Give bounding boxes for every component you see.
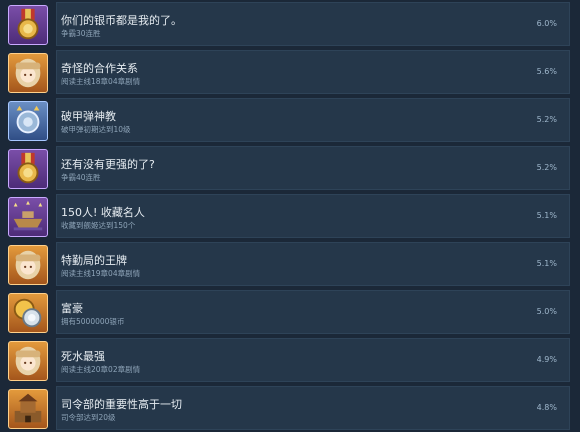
achievement-description: 争霸40连胜 — [61, 173, 101, 182]
achievement-bar: 破甲弹神教 破甲弹初期达到10级 5.2% — [56, 98, 570, 142]
headquarters-icon — [8, 389, 48, 429]
coins-icon — [8, 293, 48, 333]
character-portrait-icon — [8, 341, 48, 381]
achievement-percent: 5.6% — [536, 67, 557, 76]
achievement-row[interactable]: 你们的银币都是我的了。 争霸30连胜 6.0% — [0, 0, 580, 48]
achievement-description: 司令部达到20级 — [61, 413, 116, 422]
character-portrait-icon — [8, 245, 48, 285]
achievement-bar: 司令部的重要性高于一切 司令部达到20级 4.8% — [56, 386, 570, 430]
achievement-row[interactable]: 司令部的重要性高于一切 司令部达到20级 4.8% — [0, 384, 580, 432]
achievement-list: 你们的银币都是我的了。 争霸30连胜 6.0% 奇怪的合作关系 阅读主线18章0… — [0, 0, 580, 430]
achievement-percent: 4.9% — [536, 355, 557, 364]
achievement-description: 破甲弹初期达到10级 — [61, 125, 131, 134]
achievement-bar: 富豪 拥有5000000银币 5.0% — [56, 290, 570, 334]
achievement-description: 阅读主线19章04章剧情 — [61, 269, 141, 278]
achievement-bar: 特勤局的王牌 阅读主线19章04章剧情 5.1% — [56, 242, 570, 286]
achievement-bar: 还有没有更强的了? 争霸40连胜 5.2% — [56, 146, 570, 190]
achievement-description: 拥有5000000银币 — [61, 317, 125, 326]
achievement-title: 司令部的重要性高于一切 — [61, 398, 182, 411]
achievement-title: 奇怪的合作关系 — [61, 62, 138, 75]
achievement-bar: 你们的银币都是我的了。 争霸30连胜 6.0% — [56, 2, 570, 46]
achievement-percent: 5.2% — [536, 163, 557, 172]
achievement-row[interactable]: 特勤局的王牌 阅读主线19章04章剧情 5.1% — [0, 240, 580, 288]
achievement-title: 特勤局的王牌 — [61, 254, 127, 267]
achievement-description: 阅读主线18章04章剧情 — [61, 77, 141, 86]
achievement-row[interactable]: 150人! 收藏名人 收藏到舰姬达到150个 5.1% — [0, 192, 580, 240]
achievement-percent: 5.2% — [536, 115, 557, 124]
ship-icon — [8, 197, 48, 237]
achievement-percent: 5.0% — [536, 307, 557, 316]
medal-icon — [8, 5, 48, 45]
achievement-bar: 奇怪的合作关系 阅读主线18章04章剧情 5.6% — [56, 50, 570, 94]
achievement-row[interactable]: 还有没有更强的了? 争霸40连胜 5.2% — [0, 144, 580, 192]
shell-icon — [8, 101, 48, 141]
achievement-percent: 5.1% — [536, 211, 557, 220]
achievement-description: 阅读主线20章02章剧情 — [61, 365, 141, 374]
achievement-percent: 5.1% — [536, 259, 557, 268]
achievement-row[interactable]: 富豪 拥有5000000银币 5.0% — [0, 288, 580, 336]
achievement-percent: 4.8% — [536, 403, 557, 412]
achievement-row[interactable]: 死水最强 阅读主线20章02章剧情 4.9% — [0, 336, 580, 384]
achievement-title: 富豪 — [61, 302, 83, 315]
achievement-title: 死水最强 — [61, 350, 105, 363]
achievement-title: 还有没有更强的了? — [61, 158, 155, 171]
achievement-title: 150人! 收藏名人 — [61, 206, 145, 219]
achievement-bar: 死水最强 阅读主线20章02章剧情 4.9% — [56, 338, 570, 382]
medal-icon — [8, 149, 48, 189]
character-portrait-icon — [8, 53, 48, 93]
achievement-bar: 150人! 收藏名人 收藏到舰姬达到150个 5.1% — [56, 194, 570, 238]
achievement-row[interactable]: 破甲弹神教 破甲弹初期达到10级 5.2% — [0, 96, 580, 144]
achievement-title: 你们的银币都是我的了。 — [61, 14, 182, 27]
achievement-row[interactable]: 奇怪的合作关系 阅读主线18章04章剧情 5.6% — [0, 48, 580, 96]
achievement-description: 争霸30连胜 — [61, 29, 101, 38]
achievement-title: 破甲弹神教 — [61, 110, 116, 123]
achievement-percent: 6.0% — [536, 19, 557, 28]
achievement-description: 收藏到舰姬达到150个 — [61, 221, 136, 230]
